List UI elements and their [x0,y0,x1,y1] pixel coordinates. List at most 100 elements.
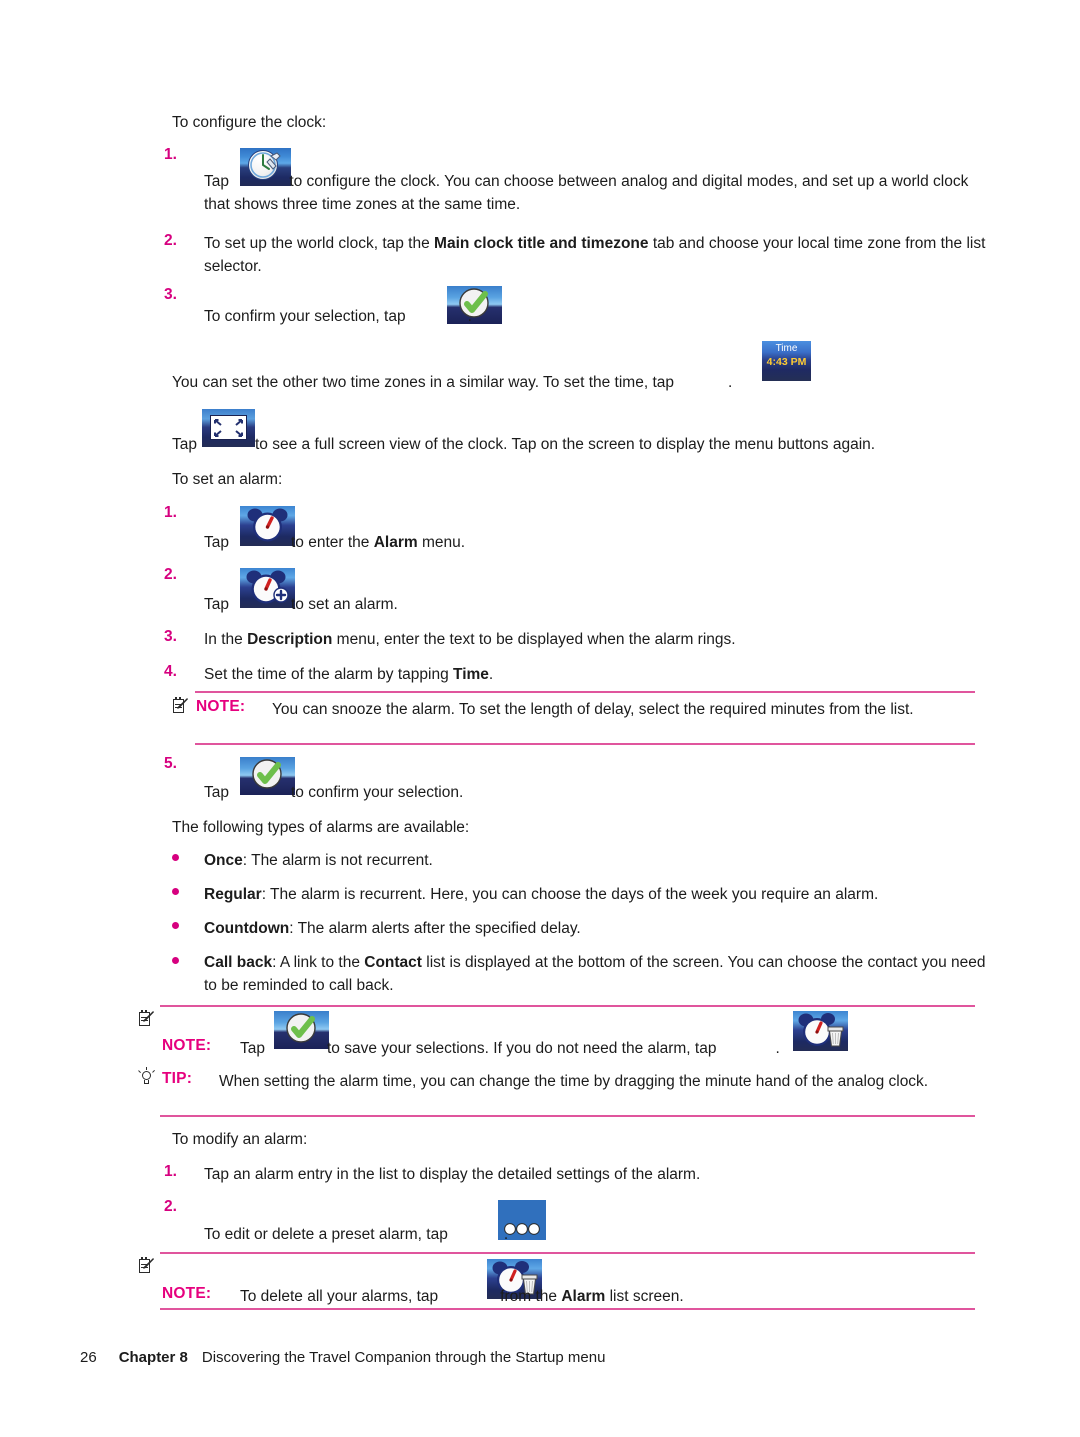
alarm-step2-after: to set an alarm. [291,596,398,613]
step1-tap-label: Tap [204,173,229,190]
modify-step2-text: To edit or delete a preset alarm, tap. [204,1223,508,1246]
note-snooze-top-rule [195,691,975,693]
alarm-type-countdown-term: Countdown [204,920,290,937]
alarm-type-countdown-desc: : The alarm alerts after the specified d… [289,920,581,937]
delete-alarm-icon[interactable] [793,1011,848,1051]
alarm-type-callback-term: Call back [204,954,273,971]
alarm-type-regular-desc: : The alarm is recurrent. Here, you can … [261,886,879,903]
alarm-step-number-1: 1. [164,504,177,521]
modify-step2-before: To edit or delete a preset alarm, tap [204,1226,448,1243]
time-icon-label-top: Time [775,343,798,354]
step3-label: To confirm your selection, tap [204,308,406,325]
tip-text: When setting the alarm time, you can cha… [219,1073,929,1090]
note-save-text-a: Tap [240,1040,265,1057]
step3-period: . [467,308,472,325]
alarm-step3-c: menu, enter the text to be displayed whe… [332,631,736,648]
alarm-type-once-term: Once [204,852,243,869]
step5-tap: Tap [204,784,229,801]
time-icon-label-bottom: 4:43 PM [766,356,807,368]
set-alarm-intro: To set an alarm: [172,471,283,488]
timezone-paragraph: You can set the other two time zones in … [172,371,732,394]
alarm-step1-mid: to enter the [291,534,374,551]
note-save-top-rule [160,1005,975,1007]
fullscreen-text-after: to see a full screen view of the clock. … [255,436,876,453]
note-save-text: Tap to save your selections. If you do no… [240,1037,780,1060]
lightbulb-icon [138,1067,156,1086]
modify-step2-after: . [503,1226,509,1243]
note-delete-label: NOTE: [162,1285,212,1302]
tip-bottom-rule [160,1115,975,1117]
step-number-1: 1. [164,146,177,163]
note-icon [172,697,188,714]
modify-step1-text: Tap an alarm entry in the list to displa… [204,1166,701,1183]
alarm-type-callback-bold: Contact [364,954,422,971]
alarm-step4-a: Set the time of the alarm by tapping [204,666,453,683]
alarm-type-once-desc: : The alarm is not recurrent. [242,852,433,869]
note-delete-bold: Alarm [561,1288,606,1305]
alarm-step1-text: Tap to enter the Alarm menu. [204,531,465,554]
note-snooze-label: NOTE: [196,698,246,715]
alarm-step4-bold: Time [453,666,489,683]
alarm-type-once: Once: The alarm is not recurrent. [204,849,994,872]
alarm-step1-bold: Alarm [373,534,418,551]
bullet-marker-countdown [172,922,179,929]
note-icon-2 [138,1010,154,1027]
footer-chapter-label: Chapter 8 [118,1349,188,1366]
alarm-step-number-5: 5. [164,755,177,772]
note-save-label: NOTE: [162,1037,212,1054]
step1-desc: to configure the clock. You can choose b… [204,173,969,213]
alarm-step1-after: menu. [417,534,466,551]
note-delete-top-rule [160,1252,975,1254]
step-number-3: 3. [164,286,177,303]
step5-after: to confirm your selection. [291,784,464,801]
step3-text: To confirm your selection, tap. [204,305,472,328]
modify-step-number-2: 2. [164,1198,177,1215]
footer-page-number: 26 [80,1349,97,1366]
alarm-step3-text: In the Description menu, enter the text … [204,628,994,651]
alarm-type-regular-term: Regular [204,886,262,903]
note-delete-text-d: list screen. [605,1288,684,1305]
alarm-type-callback: Call back: A link to the Contact list is… [204,951,994,997]
step1-text: Tap to configure the clock. You can choo… [204,170,994,216]
note-delete-text-a: To delete all your alarms, tap [240,1288,439,1305]
note-delete-text: To delete all your alarms, tap from the A… [240,1285,684,1308]
footer: 26 Chapter 8 Discovering the Travel Compan… [80,1349,605,1366]
modify-step-number-1: 1. [164,1163,177,1180]
step-number-2: 2. [164,232,177,249]
alarm-step3-bold: Description [247,631,333,648]
note-icon-3 [138,1257,154,1274]
alarm-step4-text: Set the time of the alarm by tapping Tim… [204,663,994,686]
note-snooze-bottom-rule [195,743,975,745]
note-delete-bottom-rule [160,1308,975,1310]
time-button-icon[interactable]: Time 4:43 PM [762,341,811,381]
alarm-step-number-2: 2. [164,566,177,583]
note-save-text-b: to save your selections. If you do not n… [327,1040,717,1057]
alarm-step4-c: . [488,666,494,683]
modify-alarm-intro: To modify an alarm: [172,1131,308,1148]
alarm-type-countdown: Countdown: The alarm alerts after the sp… [204,917,994,940]
bullet-marker-once [172,854,179,861]
manual-page: To configure the clock: 1. Tap to config… [0,0,1080,1437]
bullet-marker-callback [172,957,179,964]
timezone-text-after: . [728,374,733,391]
timezone-text-before: You can set the other two time zones in … [172,374,674,391]
step2-text: To set up the world clock, tap the Main … [204,232,994,278]
alarm-step2-tap: Tap [204,596,229,613]
step5-text: Tap to confirm your selection. [204,781,463,804]
alarm-types-intro: The following types of alarms are availa… [172,819,470,836]
footer-chapter-title: Discovering the Travel Companion through… [201,1349,606,1366]
note-snooze-text: You can snooze the alarm. To set the len… [272,701,914,718]
alarm-step1-tap: Tap [204,534,229,551]
note-save-text-c: . [775,1040,780,1057]
step2-bold: Main clock title and timezone [434,235,649,252]
bullet-marker-regular [172,888,179,895]
alarm-step-number-4: 4. [164,663,177,680]
alarm-step-number-3: 3. [164,628,177,645]
step2-text-a: To set up the world clock, tap the [204,235,435,252]
alarm-type-callback-a: : A link to the [272,954,365,971]
alarm-step3-a: In the [204,631,248,648]
fullscreen-text-before: Tap [172,436,197,453]
tip-label: TIP: [162,1070,193,1087]
alarm-step2-text: Tap to set an alarm. [204,593,398,616]
note-delete-text-b: from the [500,1288,562,1305]
